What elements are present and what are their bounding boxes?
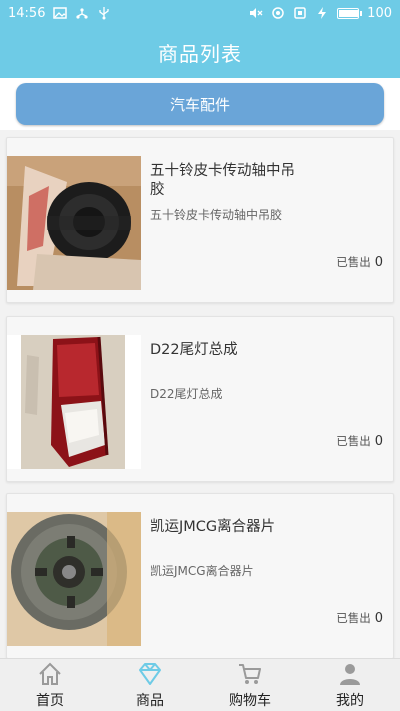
status-bar: 14:56 100	[0, 0, 400, 26]
sold-count: 已售出 0	[336, 433, 383, 449]
product-name: D22尾灯总成	[150, 342, 238, 358]
product-image	[7, 335, 141, 469]
top-bar: 14:56 100 商品列表	[0, 0, 400, 78]
product-image	[7, 156, 141, 290]
sold-number: 0	[374, 255, 383, 270]
product-desc: 凯运JMCG离合器片	[150, 564, 254, 578]
clutch-disc-photo	[7, 512, 141, 646]
sold-label: 已售出	[336, 434, 371, 448]
cart-icon	[239, 664, 261, 684]
sold-number: 0	[374, 434, 383, 449]
home-icon	[39, 662, 61, 685]
status-time: 14:56	[8, 5, 46, 21]
sold-count: 已售出 0	[336, 610, 383, 626]
nav-label: 我的	[336, 693, 364, 709]
product-desc: D22尾灯总成	[150, 387, 223, 401]
nav-label: 商品	[136, 693, 164, 709]
sync-icon	[271, 6, 285, 20]
center-bearing-photo	[7, 156, 141, 290]
mute-icon	[249, 6, 263, 20]
diamond-icon	[139, 663, 161, 685]
category-bar: 汽车配件	[0, 78, 400, 130]
product-card[interactable]: D22尾灯总成 D22尾灯总成 已售出 0	[6, 316, 394, 482]
product-image	[7, 512, 141, 646]
tail-light-photo	[7, 335, 141, 469]
sim-icon	[293, 6, 307, 20]
image-icon	[53, 6, 68, 20]
battery-level: 100	[367, 5, 392, 21]
product-desc: 五十铃皮卡传动轴中吊胶	[150, 208, 283, 222]
sold-count: 已售出 0	[336, 254, 383, 270]
nav-cart[interactable]: 购物车	[200, 659, 300, 711]
product-name: 五十铃皮卡传动轴中吊胶	[150, 163, 295, 198]
sold-label: 已售出	[336, 255, 371, 269]
product-card[interactable]: 凯运JMCG离合器片 凯运JMCG离合器片 已售出 0	[6, 493, 394, 658]
charging-icon	[315, 6, 329, 20]
product-card[interactable]: 五十铃皮卡传动轴中吊胶 五十铃皮卡传动轴中吊胶 已售出 0	[6, 137, 394, 303]
product-list[interactable]: 五十铃皮卡传动轴中吊胶 五十铃皮卡传动轴中吊胶 已售出 0 D22尾灯总成 D2…	[0, 130, 400, 658]
person-icon	[340, 664, 360, 685]
bottom-nav: 首页 商品 购物车 我的	[0, 658, 400, 711]
nav-label: 购物车	[229, 693, 271, 709]
nav-label: 首页	[36, 693, 64, 709]
nav-profile[interactable]: 我的	[300, 659, 400, 711]
category-button[interactable]: 汽车配件	[16, 83, 384, 125]
nav-products[interactable]: 商品	[100, 659, 200, 711]
battery-icon	[337, 7, 363, 19]
usb-icon	[97, 6, 111, 20]
sold-number: 0	[374, 611, 383, 626]
sold-label: 已售出	[336, 611, 371, 625]
product-name: 凯运JMCG离合器片	[150, 519, 276, 535]
usb-share-icon	[75, 6, 89, 20]
page-title: 商品列表	[158, 41, 242, 66]
nav-home[interactable]: 首页	[0, 659, 100, 711]
